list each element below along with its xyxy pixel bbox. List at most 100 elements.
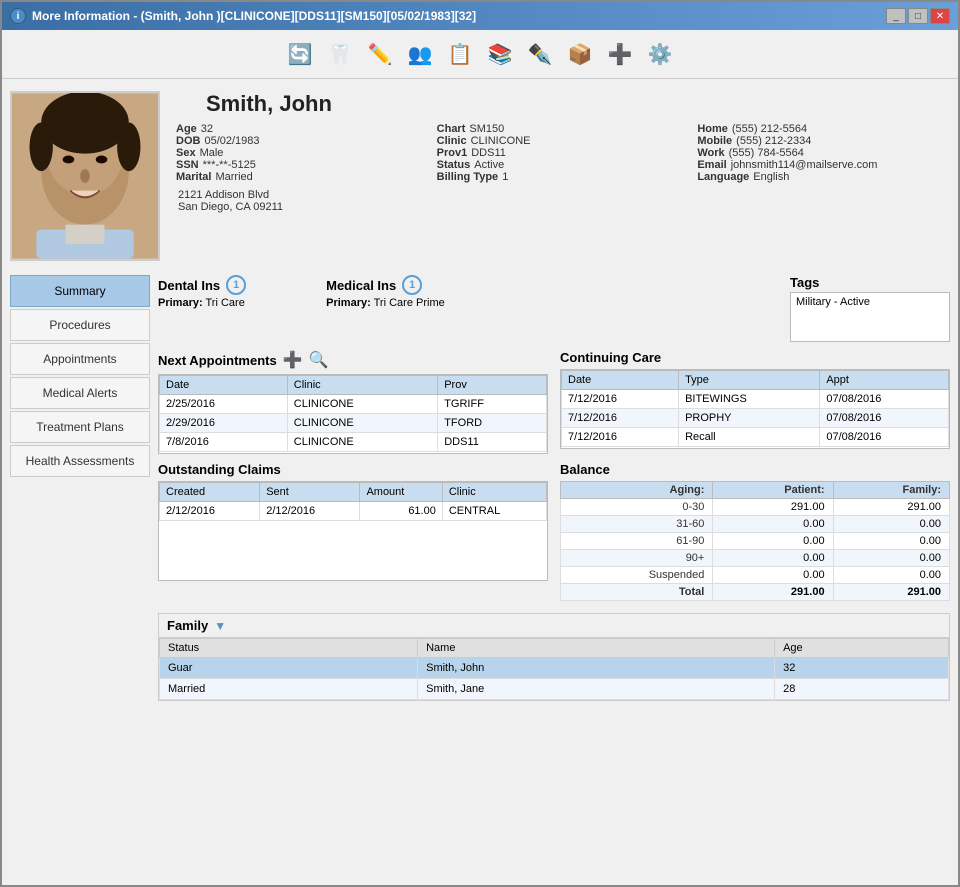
close-button[interactable]: ✕	[930, 8, 950, 24]
patient-header: Smith, John Age 32 DOB 05/02/1983	[10, 87, 950, 269]
medical-ins-label: Medical Ins	[326, 278, 396, 293]
appt-date-3: 7/8/2016	[160, 433, 288, 452]
family-row[interactable]: Married Smith, Jane 28	[160, 679, 949, 700]
tags-block: Tags Military - Active	[790, 275, 950, 342]
address-block: 2121 Addison Blvd San Diego, CA 09211	[178, 189, 429, 213]
family-row[interactable]: Guar Smith, John 32	[160, 658, 949, 679]
toolbar-add-icon[interactable]: ➕	[602, 36, 638, 72]
patient-info: Smith, John Age 32 DOB 05/02/1983	[176, 91, 950, 261]
care-date-2: 7/12/2016	[562, 409, 679, 428]
chart-label: Chart	[437, 123, 466, 135]
ssn-row: SSN ***-**-5125	[176, 159, 429, 171]
toolbar-pen-icon[interactable]: ✒️	[522, 36, 558, 72]
work-label: Work	[697, 147, 724, 159]
family-header: Family ▼	[159, 614, 949, 638]
care-col-date: Date	[562, 371, 679, 390]
add-appointment-button[interactable]: ➕	[283, 350, 303, 370]
toolbar-refresh-icon[interactable]: 🔄	[282, 36, 318, 72]
table-row[interactable]: 2/25/2016 CLINICONE TGRIFF	[160, 395, 547, 414]
balance-row: 31-60 0.00 0.00	[561, 516, 950, 533]
window-icon: i	[10, 8, 26, 24]
home-row: Home (555) 212-5564	[697, 123, 950, 135]
table-row[interactable]: 7/12/2016 BITEWINGS 07/08/2016	[562, 390, 949, 409]
search-appointment-button[interactable]: 🔍	[309, 350, 329, 370]
medical-ins-title: Medical Ins 1	[326, 275, 445, 295]
dental-ins-info-button[interactable]: 1	[226, 275, 246, 295]
appt-prov-1: TGRIFF	[438, 395, 547, 414]
family-col-status: Status	[160, 639, 418, 658]
age-label: Age	[176, 123, 197, 135]
care-appt-1: 07/08/2016	[820, 390, 949, 409]
marital-label: Marital	[176, 171, 211, 183]
sidebar-item-health-assessments[interactable]: Health Assessments	[10, 445, 150, 477]
next-appointments-header: Next Appointments ➕ 🔍	[158, 350, 548, 370]
info-grid: Age 32 DOB 05/02/1983 Sex Male SSN	[176, 123, 950, 213]
table-row[interactable]: 7/12/2016 PROPHY 07/08/2016	[562, 409, 949, 428]
restore-button[interactable]: □	[908, 8, 928, 24]
table-row[interactable]: 2/12/2016 2/12/2016 61.00 CENTRAL	[160, 502, 547, 521]
balance-col-aging: Aging:	[561, 482, 713, 499]
status-value: Active	[474, 159, 504, 171]
outstanding-claims-table-wrapper: Created Sent Amount Clinic 2/12/2016	[158, 481, 548, 581]
appt-clinic-1: CLINICONE	[287, 395, 437, 414]
sidebar-item-treatment-plans[interactable]: Treatment Plans	[10, 411, 150, 443]
home-value: (555) 212-5564	[732, 123, 807, 135]
balance-col-patient: Patient:	[713, 482, 833, 499]
toolbar-users-icon[interactable]: 👥	[402, 36, 438, 72]
medical-ins-primary-value: Tri Care Prime	[374, 297, 445, 309]
age-row: Age 32	[176, 123, 429, 135]
balance-section: Balance Aging: Patient: Family:	[560, 462, 950, 601]
billing-value: 1	[502, 171, 508, 183]
language-row: Language English	[697, 171, 950, 183]
toolbar-box-icon[interactable]: 📦	[562, 36, 598, 72]
sidebar-item-appointments[interactable]: Appointments	[10, 343, 150, 375]
family-name-2: Smith, Jane	[418, 679, 775, 700]
toolbar-chart-icon[interactable]: 📋	[442, 36, 478, 72]
family-collapse-icon[interactable]: ▼	[214, 619, 226, 633]
ssn-value: ***-**-5125	[203, 159, 256, 171]
family-name-1: Smith, John	[418, 658, 775, 679]
claims-balance-row: Outstanding Claims Created Sent Amount C…	[158, 462, 950, 601]
sidebar-item-summary[interactable]: Summary	[10, 275, 150, 307]
insurance-row: Dental Ins 1 Primary: Tri Care Medical I…	[158, 275, 950, 342]
address-line2: San Diego, CA 09211	[178, 201, 429, 213]
next-appointments-table-wrapper: Date Clinic Prov 2/25/2016 CLINICONE	[158, 374, 548, 454]
balance-row: 61-90 0.00 0.00	[561, 533, 950, 550]
medical-ins-block: Medical Ins 1 Primary: Tri Care Prime	[326, 275, 445, 309]
table-row[interactable]: 7/12/2016 Recall 07/08/2016	[562, 428, 949, 447]
clinic-value: CLINICONE	[471, 135, 531, 147]
body-area: Summary Procedures Appointments Medical …	[10, 275, 950, 877]
table-row[interactable]: 2/29/2016 CLINICONE TFORD	[160, 414, 547, 433]
sidebar-item-medical-alerts[interactable]: Medical Alerts	[10, 377, 150, 409]
family-title: Family	[167, 618, 208, 633]
chart-row: Chart SM150	[437, 123, 690, 135]
table-row[interactable]: 7/8/2016 CLINICONE DDS11	[160, 433, 547, 452]
continuing-care-table: Date Type Appt 7/12/2016 BITEWINGS	[561, 370, 949, 447]
main-window: i More Information - (Smith, John )[CLIN…	[0, 0, 960, 887]
medical-ins-primary: Primary: Tri Care Prime	[326, 297, 445, 309]
dental-ins-primary-value: Tri Care	[206, 297, 245, 309]
dob-row: DOB 05/02/1983	[176, 135, 429, 147]
claims-amount-1: 61.00	[360, 502, 442, 521]
care-type-3: Recall	[679, 428, 820, 447]
continuing-care-title: Continuing Care	[560, 350, 661, 365]
prov1-value: DDS11	[471, 147, 506, 159]
marital-row: Marital Married	[176, 171, 429, 183]
dental-ins-label: Dental Ins	[158, 278, 220, 293]
toolbar-settings-icon[interactable]: ⚙️	[642, 36, 678, 72]
minimize-button[interactable]: _	[886, 8, 906, 24]
marital-value: Married	[215, 171, 252, 183]
prov1-label: Prov1	[437, 147, 468, 159]
appt-clinic-3: CLINICONE	[287, 433, 437, 452]
claims-created-1: 2/12/2016	[160, 502, 260, 521]
outstanding-claims-table: Created Sent Amount Clinic 2/12/2016	[159, 482, 547, 521]
family-age-2: 28	[775, 679, 949, 700]
work-value: (555) 784-5564	[729, 147, 804, 159]
toolbar-book-icon[interactable]: 📚	[482, 36, 518, 72]
medical-ins-info-button[interactable]: 1	[402, 275, 422, 295]
toolbar-edit-icon[interactable]: ✏️	[362, 36, 398, 72]
toolbar-tooth-icon[interactable]: 🦷	[322, 36, 358, 72]
balance-patient-2: 0.00	[713, 516, 833, 533]
sidebar-item-procedures[interactable]: Procedures	[10, 309, 150, 341]
appt-col-clinic: Clinic	[287, 376, 437, 395]
